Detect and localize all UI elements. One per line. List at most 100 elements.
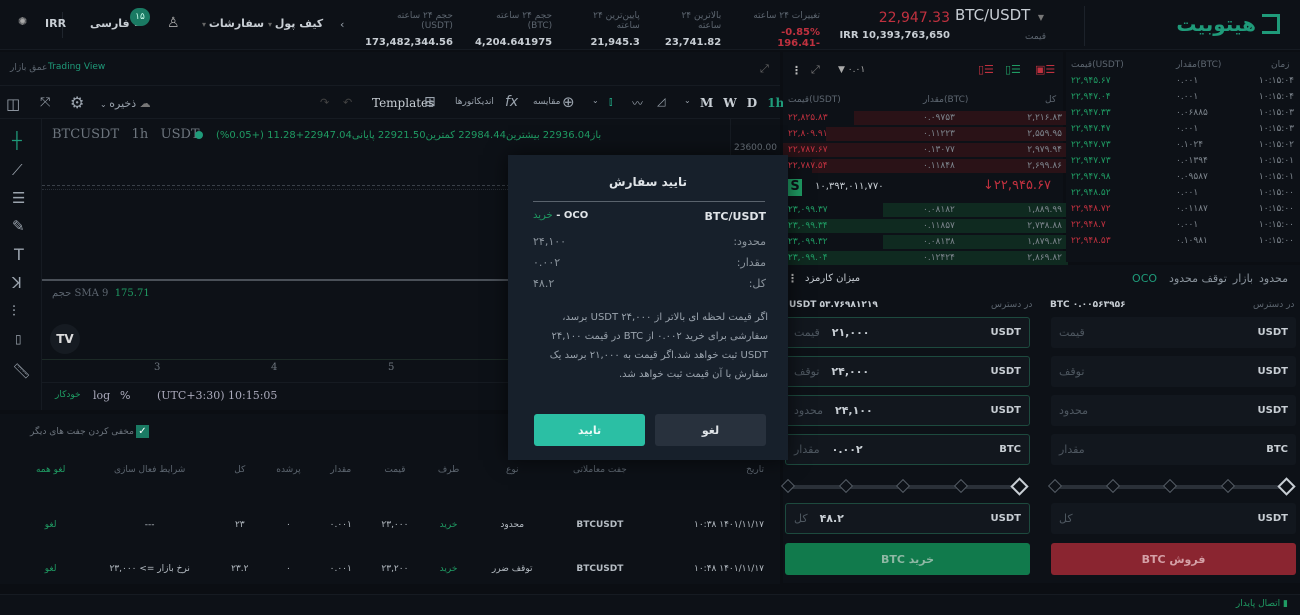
- trendline-icon[interactable]: ⟋: [12, 161, 23, 179]
- buy-btc-button[interactable]: خرید BTC: [785, 543, 1030, 575]
- sell-amount-input[interactable]: مقدار BTC: [1051, 434, 1296, 465]
- percent-scale-toggle[interactable]: %: [120, 389, 130, 402]
- candles-icon[interactable]: ⫾: [609, 95, 613, 109]
- slider-step[interactable]: [1162, 478, 1178, 494]
- compare-button[interactable]: مقایسه: [533, 97, 560, 107]
- time-tick: 4: [271, 362, 278, 373]
- camera-icon[interactable]: ◫: [6, 95, 20, 113]
- pair-selector[interactable]: BTC/USDT ▼ قیمت: [955, 6, 1085, 46]
- interval-tab[interactable]: M: [700, 96, 713, 110]
- slider-step[interactable]: [953, 478, 968, 494]
- table-cell: ۰: [286, 564, 291, 574]
- slider-step[interactable]: [1105, 478, 1120, 494]
- fee-link[interactable]: میزان کارمزد: [805, 273, 860, 284]
- redo-icon[interactable]: ↷: [320, 96, 329, 109]
- table-cell[interactable]: لغو: [20, 503, 81, 547]
- fullscreen-icon[interactable]: ⤢: [760, 62, 769, 76]
- brush-icon[interactable]: ✎: [12, 217, 25, 235]
- more-vertical-icon[interactable]: ⋮: [791, 64, 802, 77]
- crosshair-icon[interactable]: ┼: [12, 131, 22, 150]
- cancel-button[interactable]: لغو: [655, 414, 766, 446]
- column-header: طرف: [437, 465, 460, 475]
- both-sides-icon[interactable]: ▣☰: [1035, 63, 1055, 76]
- order-book-row[interactable]: ۲۲,۷۸۷.۶۷ ۰.۱۳۰۷۷ ۲,۹۷۹.۹۴: [783, 142, 1068, 158]
- pattern-icon[interactable]: ꓘ: [12, 274, 22, 292]
- user-icon[interactable]: ♙: [167, 15, 180, 31]
- buy-amount-slider[interactable]: [780, 477, 1029, 496]
- sell-price-input[interactable]: قیمت USDT: [1051, 317, 1296, 348]
- sell-limit-input[interactable]: محدود USDT: [1051, 395, 1296, 426]
- slider-step[interactable]: [1220, 478, 1235, 494]
- theme-toggle-icon[interactable]: ✺: [18, 15, 27, 28]
- orders-menu[interactable]: ▾ سفارشات: [202, 17, 264, 30]
- tab-trading-view[interactable]: Trading View: [48, 62, 105, 72]
- trade-row: ۲۲,۹۴۵.۶۷ ۰.۰۰۱ ۱۰:۱۵:۰۴: [1066, 76, 1300, 92]
- order-book-row[interactable]: ۲۳,۰۹۹.۰۴ ۰.۱۲۴۲۴ ۲,۸۶۹.۸۲: [783, 250, 1068, 266]
- fullscreen-chart-icon[interactable]: ⤧: [40, 95, 50, 110]
- chevron-down-icon[interactable]: ⌄: [684, 96, 691, 105]
- chevron-down-icon[interactable]: ⌄: [592, 96, 599, 105]
- line-chart-icon[interactable]: 〰: [632, 95, 643, 111]
- horizontal-lines-icon[interactable]: ☰: [12, 189, 25, 207]
- order-book-row[interactable]: ۲۳,۰۹۹.۳۷ ۰.۰۸۱۸۲ ۱,۸۸۹.۹۹: [783, 202, 1068, 218]
- sell-amount-slider[interactable]: [1047, 477, 1296, 496]
- chevron-left-icon[interactable]: ‹: [340, 18, 344, 31]
- wallet-menu[interactable]: ▾ کیف پول: [268, 17, 323, 30]
- log-scale-toggle[interactable]: log: [93, 389, 110, 402]
- order-book-row[interactable]: ۲۲,۷۸۷.۵۴ ۰.۱۱۸۴۸ ۲,۶۹۹.۸۶: [783, 158, 1068, 174]
- interval-tab[interactable]: W: [723, 96, 736, 110]
- sell-btc-button[interactable]: فروش BTC: [1051, 543, 1296, 575]
- asks-only-icon[interactable]: ▯☰: [978, 63, 994, 76]
- sell-total-input[interactable]: کل USDT: [1051, 503, 1296, 534]
- sell-stop-input[interactable]: توقف USDT: [1051, 356, 1296, 387]
- indicators-button[interactable]: اندیکاتورها: [455, 97, 494, 107]
- plus-circle-icon[interactable]: ⊕: [562, 93, 575, 111]
- bids-only-icon[interactable]: ▯☰: [1005, 63, 1021, 76]
- order-type-tab[interactable]: OCO: [1132, 272, 1157, 285]
- ruler-icon[interactable]: 📏︎: [12, 362, 31, 380]
- buy-stop-input[interactable]: توقف ۲۴,۰۰۰ USDT: [785, 356, 1030, 387]
- value: ۲۴,۱۰۰: [834, 404, 873, 417]
- buy-total-input[interactable]: کل ۴۸.۲ USDT: [785, 503, 1030, 534]
- measure-tools-icon[interactable]: ⫶: [12, 302, 16, 320]
- table-cell[interactable]: لغو: [20, 547, 81, 591]
- precision-select[interactable]: ▼ ۰.۰۱: [838, 65, 865, 75]
- slider-step[interactable]: [1010, 477, 1029, 496]
- interval-tab[interactable]: D: [747, 96, 757, 110]
- currency-unit: USDT: [1257, 327, 1288, 338]
- text-icon[interactable]: T: [14, 245, 24, 264]
- order-book-row[interactable]: ۲۲,۸۲۵.۸۳ ۰.۰۹۷۵۳ ۲,۲۱۶.۸۳: [783, 110, 1068, 126]
- save-menu[interactable]: ⌄ ذخیره ☁: [100, 97, 151, 110]
- order-type-tab[interactable]: بازار: [1233, 272, 1253, 285]
- area-chart-icon[interactable]: ◿: [657, 95, 665, 108]
- hide-others-checkbox[interactable]: ✓: [136, 425, 149, 438]
- order-book-row[interactable]: ۲۳,۰۹۹.۳۴ ۰.۱۱۸۵۷ ۲,۷۳۸.۸۸: [783, 218, 1068, 234]
- slider-step[interactable]: [838, 478, 853, 494]
- expand-icon[interactable]: ⤢: [811, 63, 820, 77]
- order-type-tab[interactable]: توقف محدود: [1169, 272, 1227, 285]
- slider-step[interactable]: [1047, 478, 1063, 494]
- timezone-clock[interactable]: (UTC+3:30) 10:15:05: [157, 389, 277, 402]
- logo[interactable]: هیتوبیت: [1176, 12, 1280, 36]
- slider-step[interactable]: [780, 478, 796, 494]
- order-book-row[interactable]: ۲۲,۸۰۹.۹۱ ۰.۱۱۲۲۳ ۲,۵۵۹.۹۵: [783, 126, 1068, 142]
- currency-selector[interactable]: IRR: [45, 17, 66, 30]
- language-selector[interactable]: فارسی: [90, 17, 130, 30]
- buy-price-input[interactable]: قیمت ۲۱,۰۰۰ USDT: [785, 317, 1030, 348]
- buy-limit-input[interactable]: محدود ۲۴,۱۰۰ USDT: [785, 395, 1030, 426]
- buy-amount-input[interactable]: مقدار ۰.۰۰۲ BTC: [785, 434, 1030, 465]
- more-vertical-icon[interactable]: ⋮: [787, 272, 798, 285]
- tab-depth[interactable]: عمق بازار: [10, 63, 47, 73]
- interval-tab[interactable]: 1h: [767, 96, 784, 110]
- undo-icon[interactable]: ↶: [343, 96, 352, 109]
- rectangle-icon[interactable]: ▯: [15, 332, 22, 346]
- auto-scale-toggle[interactable]: خودکار: [55, 390, 81, 400]
- column-header[interactable]: لغو همه: [20, 459, 81, 503]
- confirm-button[interactable]: تایید: [534, 414, 645, 446]
- tradingview-logo[interactable]: TV: [50, 324, 80, 354]
- order-type-tab[interactable]: محدود: [1259, 272, 1288, 285]
- slider-step[interactable]: [895, 478, 911, 494]
- order-book-row[interactable]: ۲۳,۰۹۹.۳۲ ۰.۰۸۱۳۸ ۱,۸۷۹.۸۲: [783, 234, 1068, 250]
- settings-gear-icon[interactable]: ⚙: [70, 93, 84, 112]
- slider-step[interactable]: [1277, 477, 1296, 496]
